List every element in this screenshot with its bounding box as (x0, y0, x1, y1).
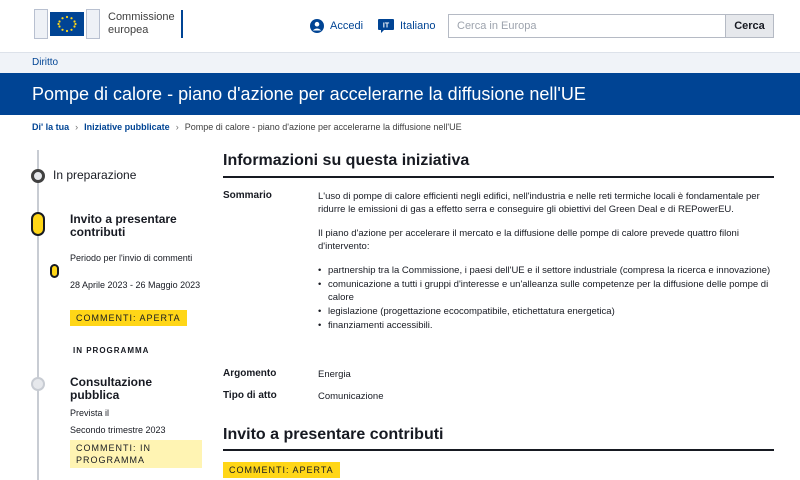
logo-line-1: Commissione (108, 11, 175, 23)
list-item: partnership tra la Commissione, i paesi … (318, 264, 774, 277)
status-badge-planned: COMMENTI: IN PROGRAMMA (70, 440, 202, 468)
consultation-planned-label: Prevista il (70, 408, 110, 418)
feedback-period-dates: 28 Aprile 2023 - 26 Maggio 2023 (70, 280, 201, 290)
chevron-right-icon: › (175, 122, 179, 132)
summary-label: Sommario (223, 190, 272, 201)
breadcrumb-item-dilatua[interactable]: Di' la tua (32, 122, 69, 132)
breadcrumb: Di' la tua › Iniziative pubblicate › Pom… (32, 122, 462, 132)
topic-label: Argomento (223, 368, 277, 379)
timeline-stage-preparation: In preparazione (53, 168, 137, 182)
timeline-active-marker-icon (31, 212, 45, 236)
logo-divider (180, 10, 183, 38)
feedback-status-badge: COMMENTI: APERTA (223, 462, 340, 478)
info-heading: Informazioni su questa iniziativa (223, 152, 470, 169)
feedback-heading: Invito a presentare contributi (223, 426, 444, 443)
act-type-value: Comunicazione (318, 391, 384, 402)
summary-content: L'uso di pompe di calore efficienti negl… (318, 190, 774, 333)
search-button[interactable]: Cerca (726, 14, 774, 38)
list-item: finanziamenti accessibili. (318, 319, 774, 332)
consultation-planned-date: Secondo trimestre 2023 (70, 425, 166, 435)
search-input[interactable] (448, 14, 726, 38)
act-type-label: Tipo di atto (223, 390, 277, 401)
list-item: comunicazione a tutti i gruppi d'interes… (318, 278, 774, 304)
site-bar: Diritto (0, 52, 800, 73)
timeline-line (37, 150, 39, 480)
user-icon (310, 19, 324, 33)
topic-value: Energia (318, 369, 351, 380)
eu-flag-logo-icon (32, 8, 102, 40)
list-item: legislazione (progettazione ecocompatibi… (318, 305, 774, 318)
summary-paragraph-1: L'uso di pompe di calore efficienti negl… (318, 191, 760, 215)
status-badge-open: COMMENTI: APERTA (70, 310, 187, 326)
summary-bullet-list: partnership tra la Commissione, i paesi … (318, 264, 774, 332)
language-icon: IT (378, 19, 394, 33)
page-banner: Pompe di calore - piano d'azione per acc… (0, 73, 800, 115)
feedback-period-label: Periodo per l'invio di commenti (70, 253, 193, 263)
logo-text: Commissione europea (108, 11, 175, 37)
breadcrumb-current: Pompe di calore - piano d'azione per acc… (184, 122, 462, 132)
summary-paragraph-2: Il piano d'azione per accelerare il merc… (318, 228, 739, 252)
page-title: Pompe di calore - piano d'azione per acc… (32, 84, 586, 104)
language-selector[interactable]: IT Italiano (378, 19, 435, 33)
timeline-completed-marker-icon (31, 169, 45, 183)
feedback-heading-rule (223, 449, 774, 451)
chevron-right-icon: › (75, 122, 79, 132)
timeline-substep-marker-icon (50, 264, 59, 278)
login-link[interactable]: Accedi (310, 19, 363, 33)
svg-text:IT: IT (383, 23, 390, 30)
site-bar-link[interactable]: Diritto (32, 57, 58, 68)
timeline-section-planned: IN PROGRAMMA (73, 346, 150, 355)
info-heading-rule (223, 176, 774, 178)
language-label: Italiano (400, 20, 436, 32)
login-label: Accedi (330, 20, 364, 32)
timeline-stage-feedback: Invito a presentare contributi (70, 212, 177, 239)
timeline-stage-consultation: Consultazione pubblica (70, 375, 153, 402)
ec-logo[interactable]: Commissione europea (32, 8, 183, 40)
timeline-upcoming-marker-icon (31, 377, 45, 391)
site-header: Commissione europea Accedi IT Italiano C… (0, 0, 800, 52)
breadcrumb-item-initiatives[interactable]: Iniziative pubblicate (84, 122, 170, 132)
logo-line-2: europea (108, 24, 149, 36)
